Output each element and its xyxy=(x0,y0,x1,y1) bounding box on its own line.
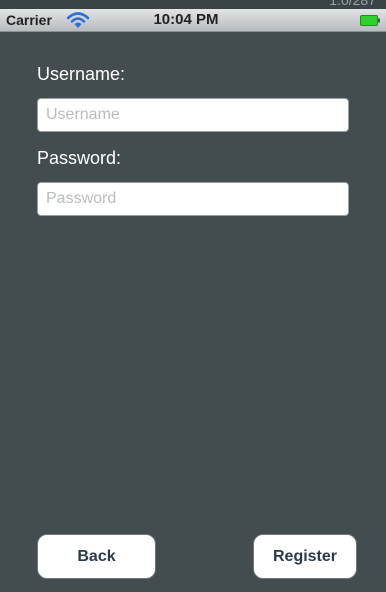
status-bar: Carrier 10:04 PM xyxy=(0,9,386,32)
register-button[interactable]: Register xyxy=(253,534,357,579)
build-label: 1.0/287 xyxy=(329,0,376,8)
battery-icon xyxy=(360,15,380,26)
back-button[interactable]: Back xyxy=(37,534,156,579)
build-strip: 1.0/287 xyxy=(0,0,386,9)
username-input[interactable] xyxy=(37,98,349,132)
username-label: Username: xyxy=(37,64,126,84)
password-input[interactable] xyxy=(37,182,349,216)
status-time: 10:04 PM xyxy=(153,11,219,28)
password-label: Password: xyxy=(37,148,122,168)
